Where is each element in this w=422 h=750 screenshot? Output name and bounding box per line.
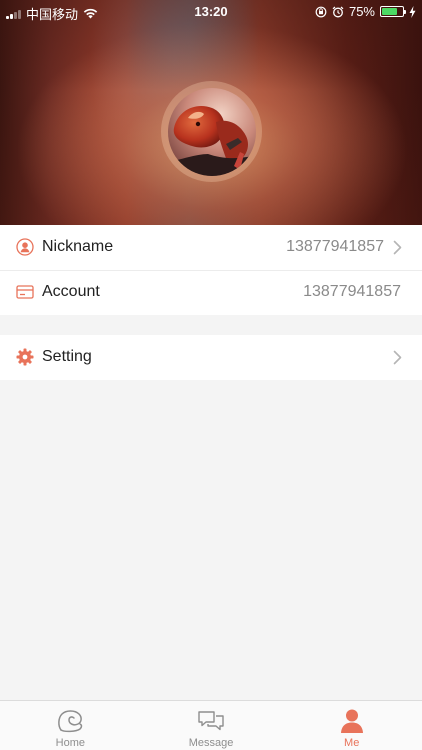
nickname-row[interactable]: Nickname 13877941857 [0,225,422,270]
nickname-label: Nickname [42,238,114,255]
battery-icon [380,6,406,17]
charging-icon [409,5,416,18]
tab-message[interactable]: Message [141,701,282,750]
me-icon [340,709,363,733]
avatar-ring[interactable] [161,81,262,182]
message-icon [198,711,224,731]
account-label: Account [42,283,100,300]
setting-label: Setting [42,348,92,365]
settings-list: Setting [0,335,422,380]
alarm-icon [332,6,344,17]
profile-info-list: Nickname 13877941857 Account 13877941857 [0,225,422,315]
tab-home-label: Home [55,737,85,749]
status-bar: 中国移动 13:20 75% [0,0,422,22]
gear-icon [16,348,34,366]
battery-percent: 75% [348,4,375,19]
avatar-image [167,87,256,176]
nickname-value: 13877941857 [286,238,384,255]
setting-row[interactable]: Setting [0,335,422,380]
account-value: 13877941857 [303,283,401,300]
chevron-right-icon [393,350,402,365]
avatar[interactable] [167,87,256,176]
card-icon [16,285,34,299]
account-row[interactable]: Account 13877941857 [0,270,422,315]
status-right: 75% [315,4,416,19]
tab-me-label: Me [344,737,360,749]
chevron-right-icon [393,240,402,255]
orientation-lock-icon [315,6,327,17]
tab-home[interactable]: Home [0,701,141,750]
tab-message-label: Message [188,737,234,749]
user-icon [16,238,34,256]
tab-bar: Home Message Me [0,700,422,750]
home-icon [58,710,83,733]
tab-me[interactable]: Me [281,701,422,750]
